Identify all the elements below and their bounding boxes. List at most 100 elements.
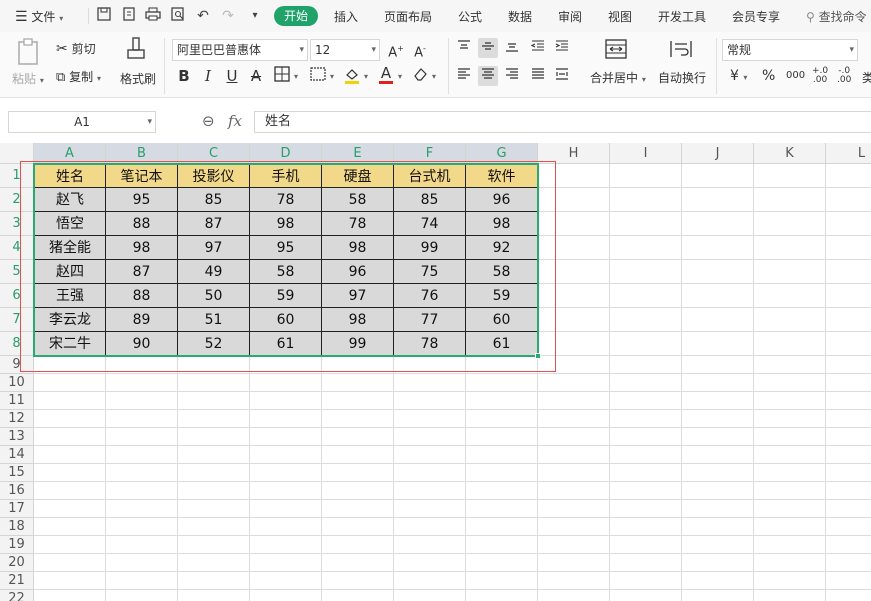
undo-icon[interactable]: ↶ [194,7,212,25]
row-header-12[interactable]: 12 [0,410,34,428]
clear-format-icon[interactable] [410,66,430,86]
insert-function-button[interactable]: fx [228,112,242,130]
bold-icon[interactable]: B [174,66,194,86]
currency-symbol: ¥ [730,68,739,84]
merge-center-label: 合并居中 [590,71,639,85]
row-header-22[interactable]: 22 [0,590,34,601]
customize-toolbar-icon[interactable]: ▾ [246,7,264,25]
cell-style-icon[interactable] [308,66,328,86]
menu-bar: ☰ 文件 ▾ ↶ ↷ ▾ 开始 插入 页面布局 公式 数据 审阅 视图 开发工具… [0,0,871,32]
chevron-down-icon: ▾ [96,74,101,83]
row-header-10[interactable]: 10 [0,374,34,392]
wrap-text-button[interactable]: 自动换行 [658,69,706,86]
row-header-18[interactable]: 18 [0,518,34,536]
font-name-select[interactable]: 阿里巴巴普惠体 ▾ [172,39,308,61]
tab-data[interactable]: 数据 [508,8,532,25]
chevron-down-icon[interactable]: ▾ [294,72,298,81]
zoom-icon[interactable]: ⊖ [202,112,215,130]
name-box[interactable]: A1 ▾ [8,111,156,133]
column-header-l[interactable]: L [826,143,871,164]
format-painter-label: 格式刷 [120,72,157,86]
row-header-15[interactable]: 15 [0,464,34,482]
font-color-icon[interactable]: A [376,65,396,85]
spreadsheet-grid[interactable]: A B C D E F G H I J K L 1 2 3 4 5 6 7 8 9 10 11 12 13 14 15 16 17 18 1… [0,143,871,601]
align-right-icon[interactable] [502,66,522,86]
increase-indent-icon[interactable] [552,38,572,58]
fill-color-icon[interactable] [342,66,362,86]
command-search[interactable]: ⚲ 查找命令 [806,8,867,25]
export-pdf-icon[interactable] [120,7,138,25]
merge-center-button[interactable]: 合并居中 ▾ [590,69,646,86]
file-menu[interactable]: ☰ 文件 ▾ [15,8,63,25]
merge-center-icon[interactable] [604,38,628,63]
font-name-value: 阿里巴巴普惠体 [177,43,262,57]
row-header-14[interactable]: 14 [0,446,34,464]
brush-icon [127,37,145,59]
tab-page-layout[interactable]: 页面布局 [384,8,432,25]
strikethrough-icon[interactable]: A [246,66,266,86]
decrease-indent-icon[interactable] [528,38,548,58]
print-preview-icon[interactable] [169,7,187,25]
row-header-13[interactable]: 13 [0,428,34,446]
chevron-down-icon[interactable]: ▾ [398,72,402,81]
copy-label: 复制 [69,70,94,84]
justify-icon[interactable] [528,66,548,86]
cut-button[interactable]: ✂ 剪切 [56,40,96,57]
thousands-separator-button[interactable]: 000 [786,68,805,84]
save-icon[interactable] [95,7,113,25]
tab-developer[interactable]: 开发工具 [658,8,706,25]
hamburger-icon: ☰ [15,9,28,25]
search-icon: ⚲ [806,10,815,24]
borders-icon[interactable] [272,66,292,86]
wrap-text-icon[interactable] [668,38,694,63]
tab-home[interactable]: 开始 [274,6,318,26]
align-left-icon[interactable] [454,66,474,86]
tab-review[interactable]: 审阅 [558,8,582,25]
chevron-down-icon: ▾ [849,45,854,55]
column-header-i[interactable]: I [610,143,682,164]
row-header-19[interactable]: 19 [0,536,34,554]
format-painter-button[interactable]: 格式刷 [120,36,156,87]
currency-button[interactable]: ¥ ▾ [730,68,747,84]
tab-insert[interactable]: 插入 [334,8,358,25]
chevron-down-icon[interactable]: ▾ [364,72,368,81]
formula-input[interactable]: 姓名 [254,111,871,133]
align-middle-icon[interactable] [478,38,498,58]
number-format-select[interactable]: 常规 ▾ [722,39,858,61]
chevron-down-icon[interactable]: ▾ [330,72,334,81]
increase-decimal-button[interactable]: +.0 .00 [812,67,828,85]
increase-font-icon[interactable]: A+ [386,39,406,60]
paste-button[interactable] [16,38,42,69]
gridline [34,373,871,374]
decrease-font-icon[interactable]: A- [410,39,430,60]
font-size-select[interactable]: 12 ▾ [310,39,380,61]
row-header-11[interactable]: 11 [0,392,34,410]
underline-icon[interactable]: U [222,66,242,86]
tab-membership[interactable]: 会员专享 [732,8,780,25]
percent-button[interactable]: % [762,68,775,84]
percent-symbol: % [762,68,776,84]
gridline [34,589,871,590]
distributed-align-icon[interactable] [552,66,572,86]
row-header-20[interactable]: 20 [0,554,34,572]
align-center-icon[interactable] [478,66,498,86]
tab-formulas[interactable]: 公式 [458,8,482,25]
tab-view[interactable]: 视图 [608,8,632,25]
decrease-decimal-button[interactable]: -.0 .00 [837,67,851,85]
redo-icon[interactable]: ↷ [219,7,237,25]
paste-label-button[interactable]: 粘贴 ▾ [12,70,44,87]
chevron-down-icon[interactable]: ▾ [432,72,436,81]
column-header-k[interactable]: K [754,143,826,164]
print-icon[interactable] [144,7,162,25]
align-bottom-icon[interactable] [502,38,522,58]
row-header-21[interactable]: 21 [0,572,34,590]
column-header-j[interactable]: J [682,143,754,164]
italic-icon[interactable]: I [198,66,218,86]
cut-off-button[interactable]: 类 [862,69,871,86]
row-header-17[interactable]: 17 [0,500,34,518]
copy-button[interactable]: ⧉ 复制 ▾ [56,68,101,85]
divider [448,38,449,94]
row-header-16[interactable]: 16 [0,482,34,500]
fill-handle[interactable] [535,353,541,359]
align-top-icon[interactable] [454,38,474,58]
